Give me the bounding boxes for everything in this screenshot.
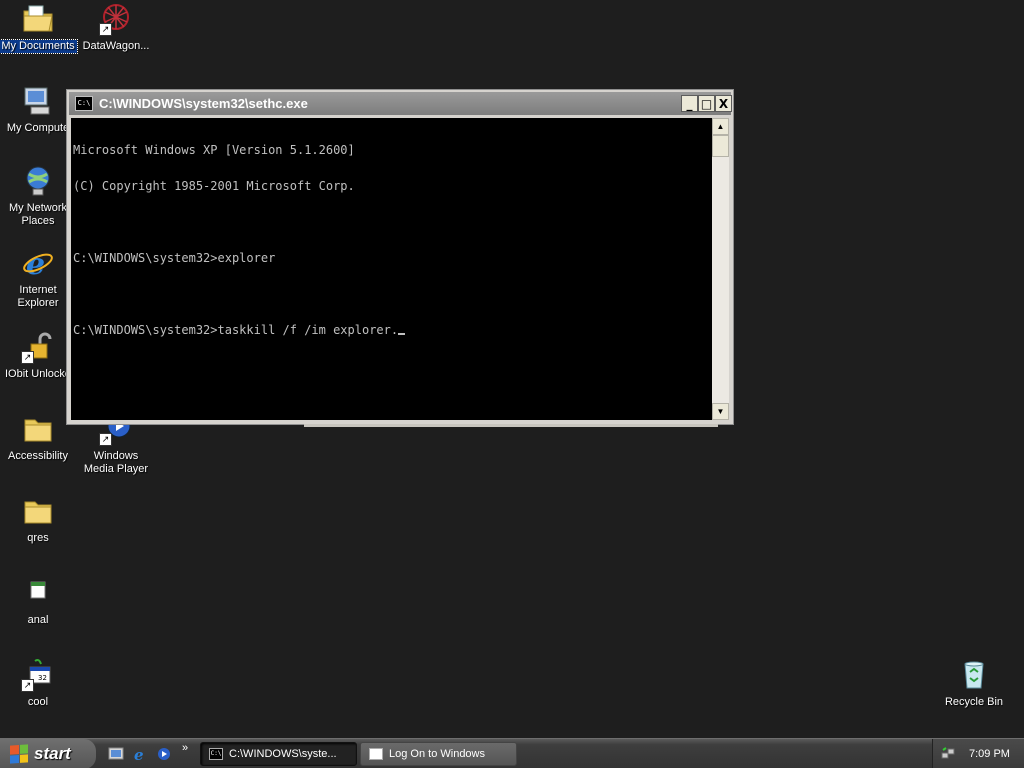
desktop-icon-my-documents[interactable]: My Documents: [0, 2, 78, 54]
svg-text:e: e: [26, 247, 45, 280]
desktop-icon-accessibility[interactable]: Accessibility: [0, 412, 76, 463]
shortcut-arrow-icon: ↗: [21, 351, 34, 364]
console-line: (C) Copyright 1985-2001 Microsoft Corp.: [73, 179, 355, 193]
window-title: C:\WINDOWS\system32\sethc.exe: [99, 96, 308, 111]
datawagon-icon: ↗: [99, 2, 133, 36]
taskbar-button-label: C:\WINDOWS\syste...: [229, 748, 337, 760]
desktop-icon-label: My Documents: [0, 39, 78, 54]
desktop-icon-label: Internet Explorer: [17, 284, 59, 309]
taskbar: start e » C:\ C:\WINDOWS\syste... Log On…: [0, 738, 1024, 768]
console-line: Microsoft Windows XP [Version 5.1.2600]: [73, 143, 355, 157]
recycle-bin-icon: [957, 658, 991, 692]
quick-launch-chevron-icon[interactable]: »: [182, 742, 188, 754]
desktop-icon-label: IObit Unlocke: [4, 368, 72, 380]
desktop-icon-recycle-bin[interactable]: Recycle Bin: [936, 658, 1012, 709]
window-icon: [369, 748, 383, 760]
console-prompt-line: C:\WINDOWS\system32>taskkill /f /im expl…: [73, 324, 710, 336]
folder-icon: [21, 494, 55, 528]
desktop: My Documents ↗ DataWagon... My Compute M…: [0, 0, 1024, 768]
svg-text:32: 32: [38, 674, 47, 682]
network-icon: [21, 164, 55, 198]
console-line: C:\WINDOWS\system32>explorer: [73, 251, 276, 265]
desktop-icon-cool[interactable]: 32 ↗ cool: [0, 658, 76, 709]
desktop-icon-qres[interactable]: qres: [0, 494, 76, 545]
folder-icon: [21, 412, 55, 446]
desktop-icon-label: My Compute: [6, 122, 70, 134]
console-window[interactable]: C:\ C:\WINDOWS\system32\sethc.exe _ □ X …: [66, 89, 734, 425]
scroll-down-button[interactable]: ▼: [712, 403, 729, 420]
taskbar-button-console[interactable]: C:\ C:\WINDOWS\syste...: [200, 742, 357, 766]
desktop-icon-label: Windows Media Player: [83, 450, 149, 475]
network-status-icon[interactable]: [941, 747, 955, 761]
desktop-icon-label: DataWagon...: [82, 40, 150, 52]
desktop-icon-datawagon[interactable]: ↗ DataWagon...: [78, 2, 154, 53]
windows-logo-icon: [10, 744, 28, 764]
application-icon: 32 ↗: [21, 658, 55, 692]
desktop-icon-label: anal: [27, 614, 49, 626]
minimize-button[interactable]: _: [681, 95, 698, 112]
start-label: start: [34, 744, 71, 763]
desktop-icon-label: cool: [27, 696, 49, 708]
clock[interactable]: 7:09 PM: [969, 748, 1010, 760]
command-prompt-icon: C:\: [209, 748, 223, 760]
start-button[interactable]: start: [0, 739, 96, 768]
shortcut-arrow-icon: ↗: [99, 23, 112, 36]
desktop-icon-my-network-places[interactable]: My Network Places: [0, 164, 76, 228]
desktop-icon-anal[interactable]: anal: [0, 576, 76, 627]
maximize-button[interactable]: □: [698, 95, 715, 112]
vertical-scrollbar[interactable]: ▲ ▼: [712, 118, 729, 420]
internet-explorer-icon: e: [21, 246, 55, 280]
computer-icon: [21, 84, 55, 118]
desktop-icon-label: qres: [27, 532, 49, 544]
text-cursor: [398, 333, 406, 335]
window-shadow-strip: [304, 424, 718, 427]
quick-launch-internet-explorer-icon[interactable]: e: [132, 746, 148, 762]
quick-launch-show-desktop-icon[interactable]: [108, 746, 124, 762]
desktop-icon-label: My Network Places: [8, 202, 68, 227]
desktop-icon-internet-explorer[interactable]: e Internet Explorer: [0, 246, 76, 310]
console-output[interactable]: Microsoft Windows XP [Version 5.1.2600] …: [71, 118, 712, 420]
scroll-up-button[interactable]: ▲: [712, 118, 729, 135]
padlock-icon: ↗: [21, 330, 55, 364]
desktop-icon-iobit-unlocker[interactable]: ↗ IObit Unlocke: [0, 330, 76, 381]
console-command: C:\WINDOWS\system32>taskkill /f /im expl…: [73, 323, 399, 337]
desktop-icon-my-computer[interactable]: My Compute: [0, 84, 76, 135]
taskbar-button-label: Log On to Windows: [389, 748, 485, 760]
system-tray: 7:09 PM: [932, 739, 1024, 768]
console-titlebar[interactable]: C:\ C:\WINDOWS\system32\sethc.exe _ □ X: [69, 92, 732, 115]
file-icon: [21, 576, 55, 610]
taskbar-button-log-on[interactable]: Log On to Windows: [360, 742, 517, 766]
scroll-thumb[interactable]: [712, 135, 729, 157]
command-prompt-icon: C:\: [75, 96, 93, 111]
shortcut-arrow-icon: ↗: [99, 433, 112, 446]
folder-documents-icon: [21, 2, 55, 36]
shortcut-arrow-icon: ↗: [21, 679, 34, 692]
desktop-icon-label: Accessibility: [8, 450, 68, 462]
svg-text:e: e: [134, 746, 144, 762]
quick-launch-media-player-icon[interactable]: [156, 746, 172, 762]
close-button[interactable]: X: [715, 95, 732, 112]
desktop-icon-label: Recycle Bin: [944, 696, 1004, 708]
